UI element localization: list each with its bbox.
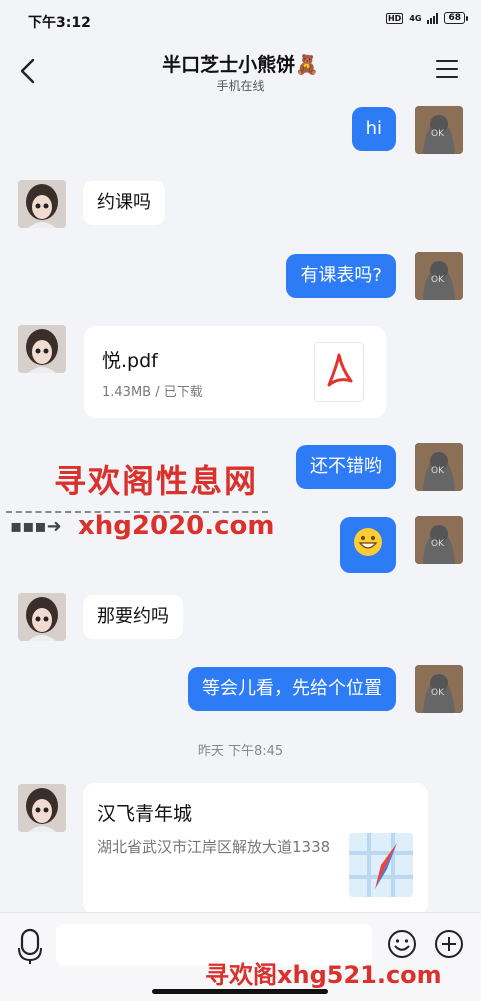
message-bubble-outgoing[interactable]: 有课表吗? <box>286 254 396 298</box>
svg-text:OK: OK <box>431 275 445 285</box>
location-title: 汉飞青年城 <box>97 803 193 825</box>
hamburger-menu-icon[interactable] <box>436 60 458 80</box>
contact-avatar[interactable] <box>18 784 66 832</box>
status-time: 下午3:12 <box>28 15 91 31</box>
home-indicator[interactable] <box>152 989 328 994</box>
svg-text:OK: OK <box>431 539 445 549</box>
microphone-icon[interactable] <box>18 928 42 964</box>
my-avatar[interactable]: OK <box>415 252 463 300</box>
battery-level: 68 <box>448 13 461 23</box>
svg-text:OK: OK <box>431 466 445 476</box>
hd-badge: HD <box>385 12 404 24</box>
pdf-icon <box>314 342 364 402</box>
my-avatar[interactable]: OK <box>415 516 463 564</box>
signal-icon <box>427 12 439 24</box>
my-avatar[interactable]: OK <box>415 665 463 713</box>
svg-text:OK: OK <box>431 688 445 698</box>
my-avatar[interactable]: OK <box>415 443 463 491</box>
message-bubble-incoming[interactable]: 那要约吗 <box>83 595 183 639</box>
my-avatar[interactable]: OK <box>415 106 463 154</box>
chat-title: 半口芝士小熊饼🧸 <box>162 54 319 76</box>
network-label: 4G <box>409 13 422 23</box>
watermark-bottom: 寻欢阁xhg521.com <box>205 961 442 989</box>
contact-avatar[interactable] <box>18 325 66 373</box>
message-bubble-incoming[interactable]: 约课吗 <box>83 181 165 225</box>
message-bubble-outgoing[interactable]: 等会儿看，先给个位置 <box>188 667 396 711</box>
file-meta: 1.43MB / 已下载 <box>102 385 203 400</box>
contact-avatar[interactable] <box>18 593 66 641</box>
grinning-face-icon <box>354 528 382 556</box>
map-pin-icon <box>349 833 413 897</box>
status-icons: HD 4G 68 <box>385 12 468 24</box>
svg-text:OK: OK <box>431 129 445 139</box>
message-bubble-emoji[interactable] <box>340 517 396 573</box>
file-name: 悦.pdf <box>102 350 158 372</box>
message-bubble-outgoing[interactable]: hi <box>351 107 396 151</box>
arrow-right-icon: ▪▪▪➜ <box>10 516 62 537</box>
battery-icon: 68 <box>444 12 468 24</box>
chat-timestamp: 昨天 下午8:45 <box>197 744 284 759</box>
online-status: 手机在线 <box>216 79 265 93</box>
location-address: 湖北省武汉市江岸区解放大道1338 <box>97 838 331 856</box>
message-bubble-outgoing[interactable]: 还不错哟 <box>296 445 396 489</box>
contact-avatar[interactable] <box>18 180 66 228</box>
file-message-card[interactable]: 悦.pdf 1.43MB / 已下载 <box>84 326 386 418</box>
watermark-title: 寻欢阁性息网 <box>54 462 259 500</box>
watermark-url: xhg2020.com <box>78 511 275 541</box>
location-message-card[interactable]: 汉飞青年城 湖北省武汉市江岸区解放大道1338 <box>83 783 428 915</box>
